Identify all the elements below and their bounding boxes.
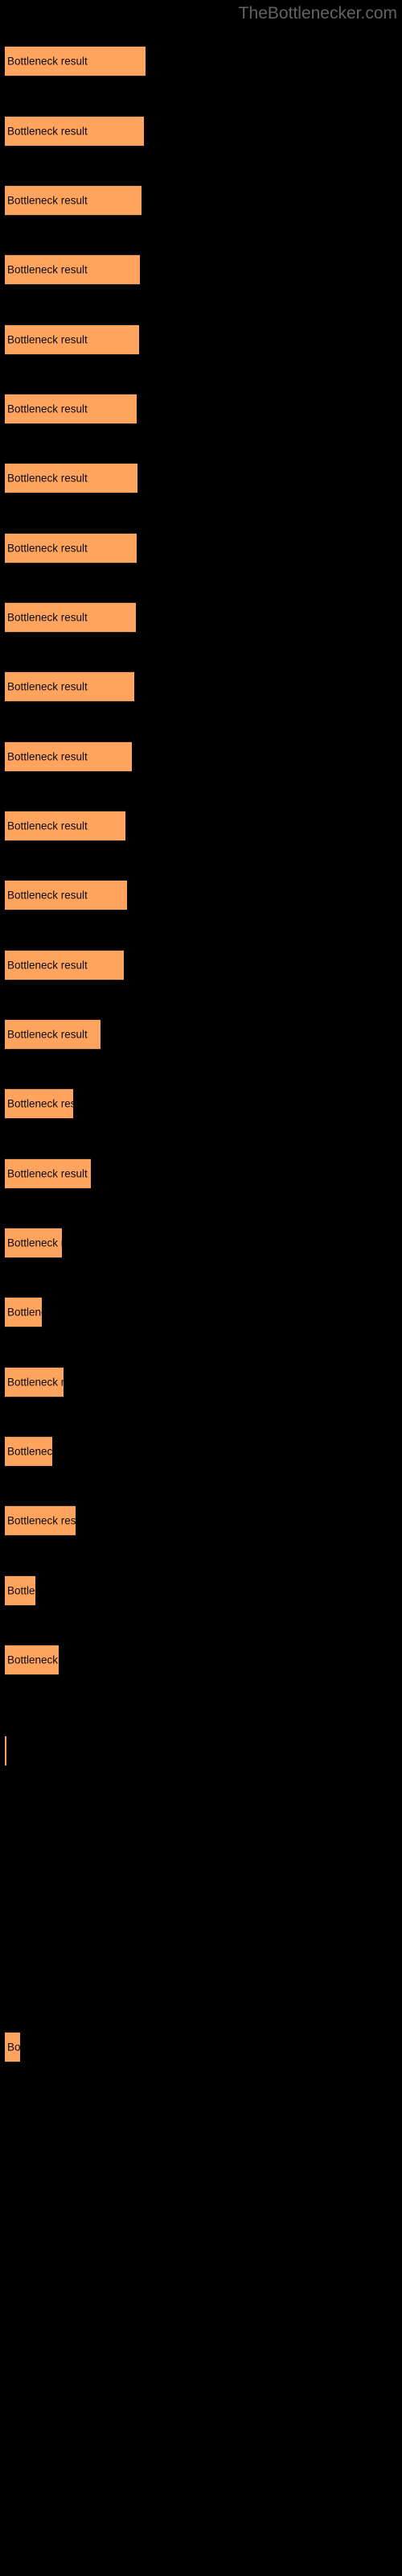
bar-row: Bottleneck result xyxy=(0,1436,402,1467)
bar-row: Bottleneck result xyxy=(0,2032,402,2062)
bar-row: Bottleneck result xyxy=(0,741,402,772)
bottleneck-result-bar[interactable]: Bottleneck result xyxy=(5,254,140,285)
bottleneck-result-bar[interactable]: Bottleneck result xyxy=(5,394,137,424)
bottleneck-chart-page: TheBottlenecker.com Bottleneck result Bot… xyxy=(0,0,402,2576)
bar-label: Bottleneck result xyxy=(7,125,88,138)
bottleneck-result-bar[interactable]: Bottleneck result xyxy=(5,1645,59,1675)
bar-row: Bottleneck result xyxy=(0,463,402,493)
bottleneck-result-bar[interactable]: Bottleneck result xyxy=(5,533,137,564)
bar-label: Bottleneck result xyxy=(7,2041,20,2054)
bar-row: Bottleneck result xyxy=(0,46,402,76)
bar-label: Bottleneck result xyxy=(7,680,88,693)
bar-row: Bottleneck result xyxy=(0,602,402,633)
bottleneck-result-bar[interactable]: Bottleneck result xyxy=(5,1158,91,1189)
bar-label: Bottleneck result xyxy=(7,1306,42,1319)
bottleneck-result-bar[interactable]: Bottleneck result xyxy=(5,880,127,910)
bottleneck-result-bar[interactable]: Bottleneck result xyxy=(5,1297,42,1327)
bottleneck-result-bar[interactable]: Bottleneck result xyxy=(5,116,144,147)
bottleneck-result-bar[interactable]: Bottleneck result xyxy=(5,324,139,355)
bottleneck-result-bar[interactable]: Bottleneck result xyxy=(5,185,142,216)
bottleneck-result-bar[interactable]: Bottleneck result xyxy=(5,1505,76,1536)
bar-label: Bottleneck result xyxy=(7,959,88,972)
bar-row: Bottleneck result xyxy=(0,880,402,910)
bottleneck-result-bar[interactable]: Bottleneck result xyxy=(5,1575,35,1606)
bar-row: Bottleneck result xyxy=(0,1158,402,1189)
bar-label: Bottleneck result xyxy=(7,1445,52,1458)
bar-label: Bottleneck result xyxy=(7,472,88,485)
bar-label: Bottleneck result xyxy=(7,542,88,555)
bar-row: Bottleneck result xyxy=(0,950,402,980)
bar-row: Bottleneck result xyxy=(0,185,402,216)
bottleneck-result-bar[interactable]: Bottleneck result xyxy=(5,1088,73,1119)
bar-label: Bottleneck result xyxy=(7,55,88,68)
bar-label: Bottleneck result xyxy=(7,1167,88,1180)
bar-label: Bottleneck result xyxy=(7,1376,64,1389)
bar-label: Bottleneck result xyxy=(7,889,88,902)
bar-label: Bottleneck result xyxy=(7,819,88,832)
bottleneck-result-bar[interactable]: Bottleneck result xyxy=(5,741,132,772)
bar-row: Bottleneck result xyxy=(0,533,402,564)
bar-label: Bottleneck result xyxy=(7,263,88,276)
bar-row: Bottleneck result xyxy=(0,1575,402,1606)
bottleneck-result-bar[interactable]: Bottleneck result xyxy=(5,1019,100,1050)
bottleneck-result-bar[interactable]: Bottleneck result xyxy=(5,950,124,980)
bottleneck-result-bar[interactable]: Bottleneck result xyxy=(5,463,137,493)
bar-row: Bottleneck result xyxy=(0,1088,402,1119)
horizontal-bar-chart: Bottleneck result Bottleneck result Bottle… xyxy=(0,0,402,2576)
bar-row: Bottleneck result xyxy=(0,324,402,355)
bar-row: Bottleneck result xyxy=(0,1736,402,1766)
bar-row: Bottleneck result xyxy=(0,116,402,147)
bar-label: Bottleneck result xyxy=(7,1236,62,1249)
bottleneck-result-bar[interactable]: Bottleneck result xyxy=(5,1436,52,1467)
bar-label: Bottleneck result xyxy=(7,1653,59,1666)
bottleneck-result-bar[interactable]: Bottleneck result xyxy=(5,1228,62,1258)
bar-row: Bottleneck result xyxy=(0,1367,402,1397)
bar-label: Bottleneck result xyxy=(7,1584,35,1597)
bar-row: Bottleneck result xyxy=(0,671,402,702)
bar-label: Bottleneck result xyxy=(7,750,88,763)
bar-row: Bottleneck result xyxy=(0,1297,402,1327)
bar-row: Bottleneck result xyxy=(0,1019,402,1050)
bar-label: Bottleneck result xyxy=(7,1514,76,1527)
bar-label: Bottleneck result xyxy=(7,611,88,624)
bottleneck-result-bar[interactable]: Bottleneck result xyxy=(5,1367,64,1397)
bottleneck-result-bar[interactable]: Bottleneck result xyxy=(5,46,146,76)
bottleneck-result-bar[interactable]: Bottleneck result xyxy=(5,2032,20,2062)
bottleneck-result-bar[interactable]: Bottleneck result xyxy=(5,671,134,702)
bar-row: Bottleneck result xyxy=(0,811,402,841)
bar-label: Bottleneck result xyxy=(7,1028,88,1041)
bar-row: Bottleneck result xyxy=(0,394,402,424)
bar-row: Bottleneck result xyxy=(0,1228,402,1258)
bar-label: Bottleneck result xyxy=(7,194,88,207)
bar-row: Bottleneck result xyxy=(0,254,402,285)
bottleneck-result-bar[interactable]: Bottleneck result xyxy=(5,1736,6,1766)
bar-label: Bottleneck result xyxy=(7,402,88,415)
bottleneck-result-bar[interactable]: Bottleneck result xyxy=(5,811,125,841)
bottleneck-result-bar[interactable]: Bottleneck result xyxy=(5,602,136,633)
bar-label: Bottleneck result xyxy=(7,333,88,346)
bar-label: Bottleneck result xyxy=(7,1097,73,1110)
bar-row: Bottleneck result xyxy=(0,1505,402,1536)
bar-row: Bottleneck result xyxy=(0,1645,402,1675)
